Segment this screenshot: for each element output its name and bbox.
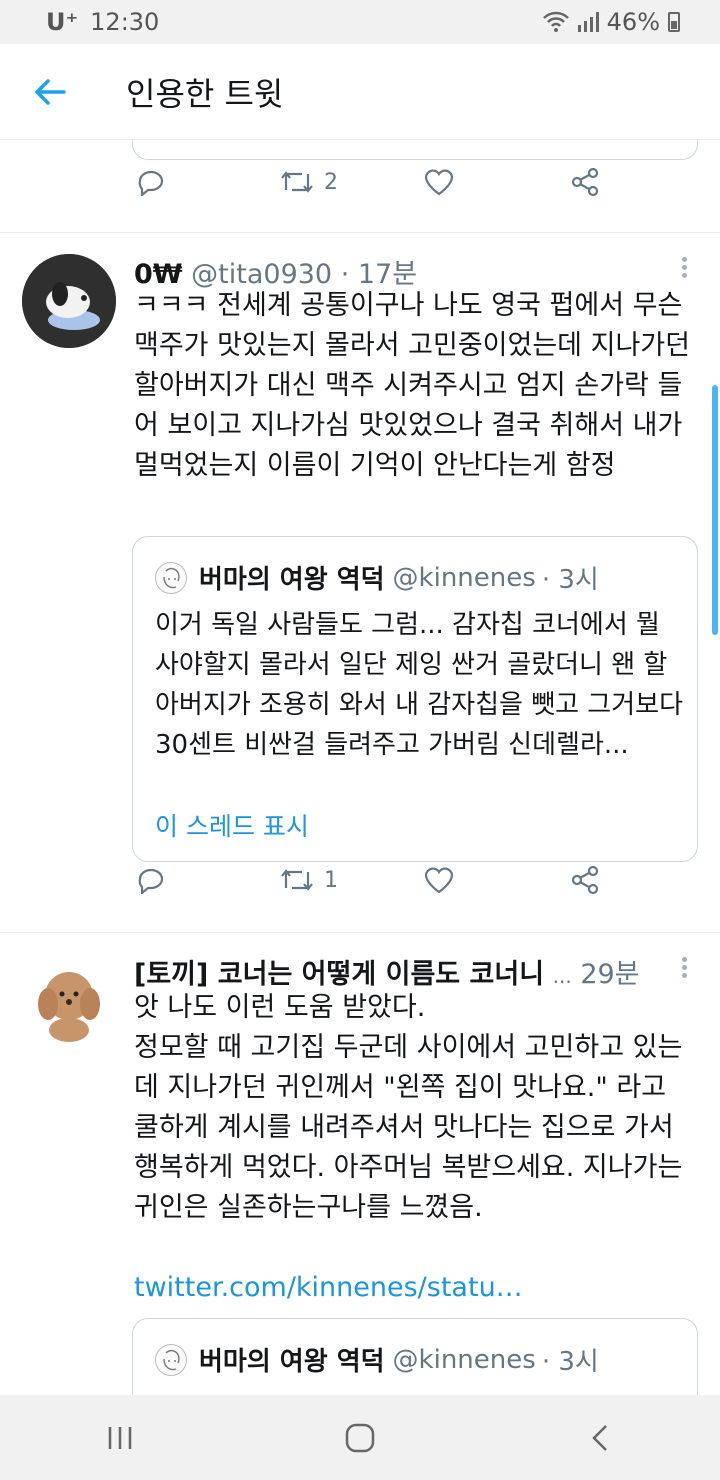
clock: 12:30: [90, 8, 160, 36]
quoted-handle: @kinnenes: [392, 1344, 536, 1375]
retweet-button[interactable]: 2: [280, 168, 338, 196]
quoted-tweet-header: 버마의 여왕 역덕 @kinnenes · 3시: [155, 1341, 599, 1378]
sketch-face-icon: [163, 1349, 180, 1370]
timestamp: 29분: [580, 959, 640, 990]
divider: [0, 232, 720, 233]
avatar[interactable]: [22, 254, 116, 348]
system-nav-bar: [0, 1395, 720, 1480]
like-button[interactable]: [424, 866, 454, 894]
retweet-icon: [281, 869, 313, 891]
heart-icon: [424, 867, 454, 894]
tweet-link[interactable]: twitter.com/kinnenes/statu…: [134, 1268, 694, 1308]
reply-button[interactable]: [136, 168, 166, 196]
carrier-label: U⁺: [46, 8, 79, 36]
quoted-tweet-text: 이거 독일 사람들도 그럼... 감자칩 코너에서 뭘 사야할지 몰라서 일단 …: [155, 610, 683, 760]
battery-icon: [668, 12, 680, 32]
name-ellipsis: ...: [552, 964, 572, 988]
back-arrow-icon: [35, 78, 66, 105]
heart-icon: [424, 169, 454, 196]
retweet-button[interactable]: 1: [280, 866, 338, 894]
quoted-timestamp: · 3시: [541, 565, 599, 595]
signal-icon: [577, 12, 599, 32]
quoted-tweet-card[interactable]: 버마의 여왕 역덕 @kinnenes · 3시: [132, 1318, 698, 1395]
page-title: 인용한 트윗: [126, 74, 284, 113]
scrollbar[interactable]: [712, 385, 718, 635]
quoted-avatar: [155, 561, 187, 594]
more-options-icon[interactable]: [676, 954, 692, 984]
chevron-left-icon: [592, 1424, 607, 1451]
back-button[interactable]: [26, 68, 74, 116]
quoted-display-name: 버마의 여왕 역덕: [199, 1347, 385, 1377]
reply-icon: [138, 170, 164, 196]
battery-level: 46%: [606, 8, 660, 36]
like-button[interactable]: [424, 168, 454, 196]
share-icon: [571, 167, 599, 197]
home-button[interactable]: [330, 1413, 390, 1463]
more-options-icon[interactable]: [676, 254, 692, 284]
divider: [0, 932, 720, 933]
tweet-feed[interactable]: 2 0₩ @tita0930 · 17분 ㅋㅋㅋ 전세계 공통이구나 나도 영국…: [0, 140, 720, 1395]
quoted-tweet-header: 버마의 여왕 역덕 @kinnenes · 3시: [155, 559, 599, 596]
retweet-icon: [281, 171, 313, 193]
status-bar: U⁺ 12:30 46%: [0, 0, 720, 44]
retweet-count: 2: [324, 169, 338, 195]
show-thread-link[interactable]: 이 스레드 표시: [155, 807, 309, 843]
display-name[interactable]: [토끼] 코너는 어떻게 이름도 코너니: [134, 959, 544, 990]
quoted-tweet-card[interactable]: [132, 140, 698, 160]
share-button[interactable]: [570, 865, 600, 895]
home-icon: [345, 1423, 375, 1452]
quoted-display-name: 버마의 여왕 역덕: [199, 565, 385, 595]
reply-button[interactable]: [136, 866, 166, 894]
recent-apps-icon: [108, 1426, 132, 1449]
sketch-face-icon: [163, 567, 180, 588]
quoted-avatar: [155, 1343, 187, 1376]
quoted-tweet-card[interactable]: 버마의 여왕 역덕 @kinnenes · 3시 이거 독일 사람들도 그럼..…: [132, 536, 698, 862]
reply-icon: [138, 868, 164, 894]
app-bar: 인용한 트윗: [0, 44, 720, 140]
recent-apps-button[interactable]: [90, 1413, 150, 1463]
avatar[interactable]: [22, 956, 116, 1050]
tweet-text: 앗 나도 이런 도움 받았다. 정모할 때 고기집 두군데 사이에서 고민하고 …: [134, 992, 683, 1223]
quoted-timestamp: · 3시: [541, 1347, 599, 1377]
wifi-icon: [542, 11, 569, 32]
tweet-text: ㅋㅋㅋ 전세계 공통이구나 나도 영국 펍에서 무슨 맥주가 맛있는지 몰라서 …: [134, 290, 690, 481]
retweet-count: 1: [324, 867, 338, 893]
share-icon: [571, 865, 599, 895]
quoted-handle: @kinnenes: [392, 562, 536, 593]
share-button[interactable]: [570, 167, 600, 197]
poodle-avatar-image: [22, 956, 116, 1050]
snoopy-avatar-image: [22, 254, 116, 348]
tweet-header: [토끼] 코너는 어떻게 이름도 코너니 ... 29분: [134, 952, 640, 991]
back-nav-button[interactable]: [570, 1413, 630, 1463]
